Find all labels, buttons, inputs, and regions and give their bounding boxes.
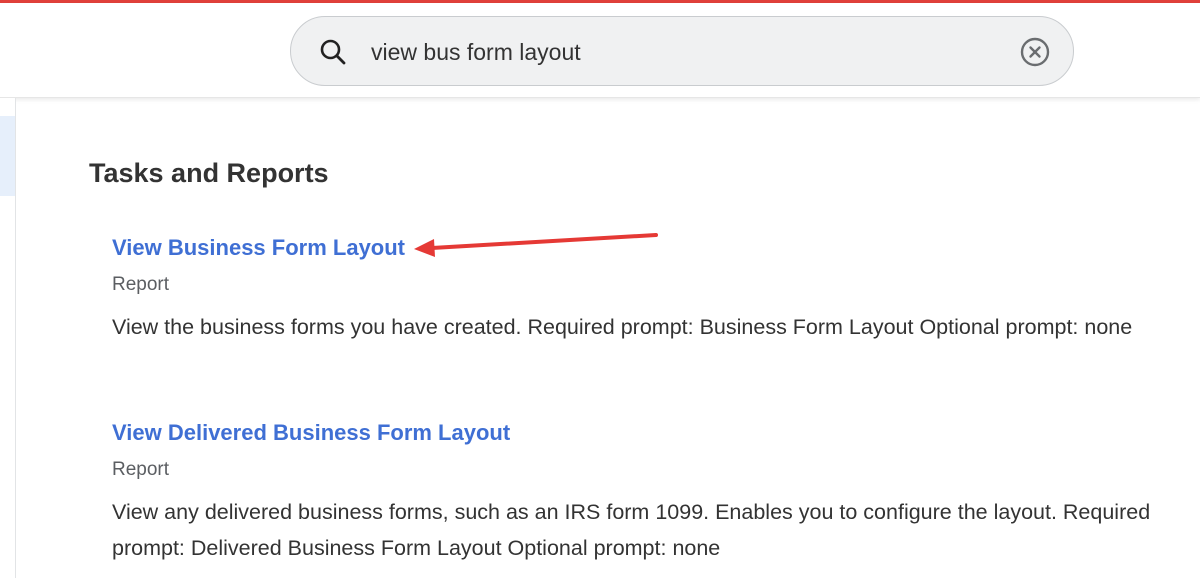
result-description: View the business forms you have created… bbox=[112, 315, 1133, 339]
section-title: Tasks and Reports bbox=[89, 158, 329, 188]
left-rail-selected-item[interactable] bbox=[0, 116, 15, 196]
annotation-arrow-icon bbox=[414, 233, 658, 257]
search-box[interactable] bbox=[290, 16, 1074, 86]
header bbox=[0, 3, 1200, 98]
clear-search-icon[interactable] bbox=[1019, 36, 1051, 68]
search-icon[interactable] bbox=[319, 38, 347, 66]
left-rail bbox=[0, 98, 16, 578]
result-type: Report bbox=[112, 274, 170, 295]
result-item: View Delivered Business Form Layout Repo… bbox=[112, 419, 1182, 566]
result-description: View any delivered business forms, such … bbox=[112, 500, 1151, 560]
result-title-link[interactable]: View Delivered Business Form Layout bbox=[112, 419, 1182, 447]
search-input[interactable] bbox=[371, 35, 991, 69]
result-type: Report bbox=[112, 459, 170, 480]
